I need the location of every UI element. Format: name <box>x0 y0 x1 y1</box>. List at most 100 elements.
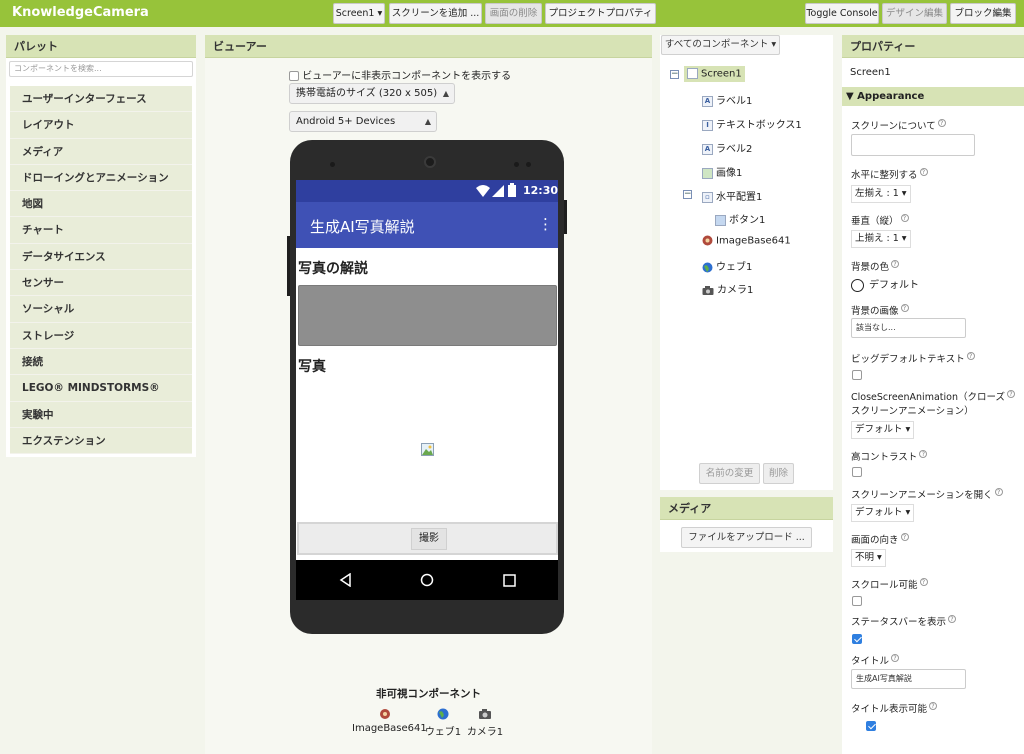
nonvisible-camera[interactable]: カメラ1 <box>466 708 504 738</box>
collapse-hz-icon[interactable]: − <box>683 190 692 199</box>
phone-size-value: 携帯電話のサイズ (320 x 505) <box>296 88 438 99</box>
app-logo[interactable]: KnowledgeCamera <box>12 5 149 20</box>
remove-screen-button[interactable]: 画面の削除 <box>485 3 542 24</box>
palette-item-layout[interactable]: レイアウト <box>10 112 192 139</box>
globe-icon <box>702 262 713 272</box>
tree-item-imagebase[interactable]: ImageBase641 <box>702 235 791 247</box>
palette-item-lego[interactable]: LEGO® MINDSTORMS® <box>10 375 192 402</box>
upload-file-button[interactable]: ファイルをアップロード ... <box>681 527 812 548</box>
designer-button[interactable]: デザイン編集 <box>882 3 947 24</box>
bg-image-input[interactable]: 該当なし... <box>851 318 966 338</box>
project-properties-button[interactable]: プロジェクトプロパティ <box>545 3 656 24</box>
recents-icon[interactable] <box>503 574 516 587</box>
palette-item-media[interactable]: メディア <box>10 138 192 165</box>
help-icon[interactable]: ? <box>929 701 938 710</box>
label-icon: A <box>702 143 713 155</box>
tree-item-button1[interactable]: ボタン1 <box>715 211 765 226</box>
help-icon[interactable]: ? <box>919 167 928 176</box>
label2[interactable]: 写真 <box>298 356 326 376</box>
nonvisible-web[interactable]: ウェブ1 <box>423 708 463 738</box>
close-animation-dropdown[interactable]: デフォルト ▾ <box>851 421 915 439</box>
tree-item-hz1[interactable]: ▫ 水平配置1 <box>702 188 762 203</box>
about-screen-input[interactable] <box>851 134 975 156</box>
help-icon[interactable]: ? <box>966 351 975 360</box>
help-icon[interactable]: ? <box>937 118 946 127</box>
palette-item-drawing-animation[interactable]: ドローイングとアニメーション <box>10 164 192 192</box>
bg-color-picker[interactable]: デフォルト <box>851 276 919 292</box>
tree-item-textbox1[interactable]: I テキストボックス1 <box>702 116 802 131</box>
palette-item-data-science[interactable]: データサイエンス <box>10 243 192 271</box>
rename-button[interactable]: 名前の変更 <box>699 463 760 484</box>
palette-item-experimental[interactable]: 実験中 <box>10 401 192 428</box>
high-contrast-checkbox[interactable] <box>852 467 862 477</box>
theme-select[interactable]: Android 5+ Devices ▲ <box>289 111 437 132</box>
appearance-section-toggle[interactable]: ▼ Appearance <box>842 87 1024 106</box>
palette-item-charts[interactable]: チャート <box>10 217 192 244</box>
image-placeholder-icon[interactable] <box>421 443 434 456</box>
prop-show-statusbar: ステータスバーを表示? <box>851 614 957 628</box>
textbox1[interactable] <box>298 285 557 346</box>
delete-button[interactable]: 削除 <box>763 463 794 484</box>
help-icon[interactable]: ? <box>891 653 900 662</box>
blocks-button[interactable]: ブロック編集 <box>950 3 1016 24</box>
palette-item-maps[interactable]: 地図 <box>10 191 192 218</box>
tree-item-image1[interactable]: 画像1 <box>702 164 742 179</box>
color-swatch-icon <box>851 278 864 292</box>
status-time: 12:30 <box>523 184 558 197</box>
help-icon[interactable]: ? <box>1007 389 1015 398</box>
help-icon[interactable]: ? <box>900 213 909 222</box>
palette-item-connectivity[interactable]: 接続 <box>10 348 192 376</box>
label1[interactable]: 写真の解説 <box>298 258 368 278</box>
tree-item-web1[interactable]: ウェブ1 <box>702 258 752 273</box>
palette-item-storage[interactable]: ストレージ <box>10 322 192 349</box>
prop-label-text: ステータスバーを表示 <box>851 617 947 628</box>
help-icon[interactable]: ? <box>919 449 928 458</box>
label-icon: A <box>702 95 713 107</box>
scrollable-checkbox[interactable] <box>852 596 862 606</box>
camera-icon <box>702 285 714 295</box>
help-icon[interactable]: ? <box>948 614 957 623</box>
tree-item-label1[interactable]: A ラベル1 <box>702 92 752 107</box>
title-visible-checkbox[interactable] <box>865 721 876 731</box>
align-horizontal-dropdown[interactable]: 左揃え : 1 ▾ <box>851 185 911 203</box>
globe-icon <box>437 708 449 720</box>
palette-item-user-interface[interactable]: ユーザーインターフェース <box>10 86 192 113</box>
prop-label-text: 背景の画像 <box>851 306 899 317</box>
home-icon[interactable] <box>420 573 434 587</box>
palette-item-sensors[interactable]: センサー <box>10 270 192 297</box>
show-hidden-checkbox[interactable] <box>289 71 299 81</box>
help-icon[interactable]: ? <box>919 577 928 586</box>
back-icon[interactable] <box>339 573 352 587</box>
help-icon[interactable]: ? <box>994 487 1003 496</box>
help-icon[interactable]: ? <box>900 532 909 541</box>
add-screen-button[interactable]: スクリーンを追加 ... <box>389 3 482 24</box>
tree-item-label2[interactable]: A ラベル2 <box>702 140 752 155</box>
screen-select-button[interactable]: Screen1 ▾ <box>333 3 385 24</box>
nonvisible-imagebase[interactable]: ImageBase641 <box>352 708 427 734</box>
tree-item-camera1[interactable]: カメラ1 <box>702 281 753 296</box>
help-icon[interactable]: ? <box>900 303 909 312</box>
open-animation-dropdown[interactable]: デフォルト ▾ <box>851 504 915 522</box>
palette-search-input[interactable]: コンポーネントを検索... <box>9 61 193 77</box>
button1[interactable]: 撮影 <box>411 528 447 550</box>
palette-item-extensions[interactable]: エクステンション <box>10 427 192 455</box>
title-input[interactable]: 生成AI写真解説 <box>851 669 966 689</box>
show-statusbar-checkbox[interactable] <box>852 634 862 644</box>
overflow-menu-icon[interactable]: ⋮ <box>538 215 553 233</box>
camera-icon <box>479 709 491 719</box>
palette-item-social[interactable]: ソーシャル <box>10 296 192 323</box>
horizontal-arrangement-icon: ▫ <box>702 191 713 203</box>
prop-title: タイトル? <box>851 653 900 667</box>
align-vertical-dropdown[interactable]: 上揃え : 1 ▾ <box>851 230 911 248</box>
components-filter-dropdown[interactable]: すべてのコンポーネント ▾ <box>661 35 780 55</box>
horizontal-arrangement1[interactable]: 撮影 <box>297 522 558 555</box>
tree-item-screen1[interactable]: Screen1 <box>684 66 745 82</box>
prop-title-visible: タイトル表示可能? <box>851 701 938 715</box>
big-default-text-checkbox[interactable] <box>852 370 862 380</box>
collapse-screen-icon[interactable]: − <box>670 70 679 79</box>
prop-label-text: スクロール可能 <box>851 580 918 591</box>
help-icon[interactable]: ? <box>891 259 900 268</box>
orientation-dropdown[interactable]: 不明 ▾ <box>851 549 886 567</box>
prop-close-animation-2: スクリーンアニメーション） <box>851 406 974 417</box>
phone-size-select[interactable]: 携帯電話のサイズ (320 x 505) ▲ <box>289 83 455 104</box>
